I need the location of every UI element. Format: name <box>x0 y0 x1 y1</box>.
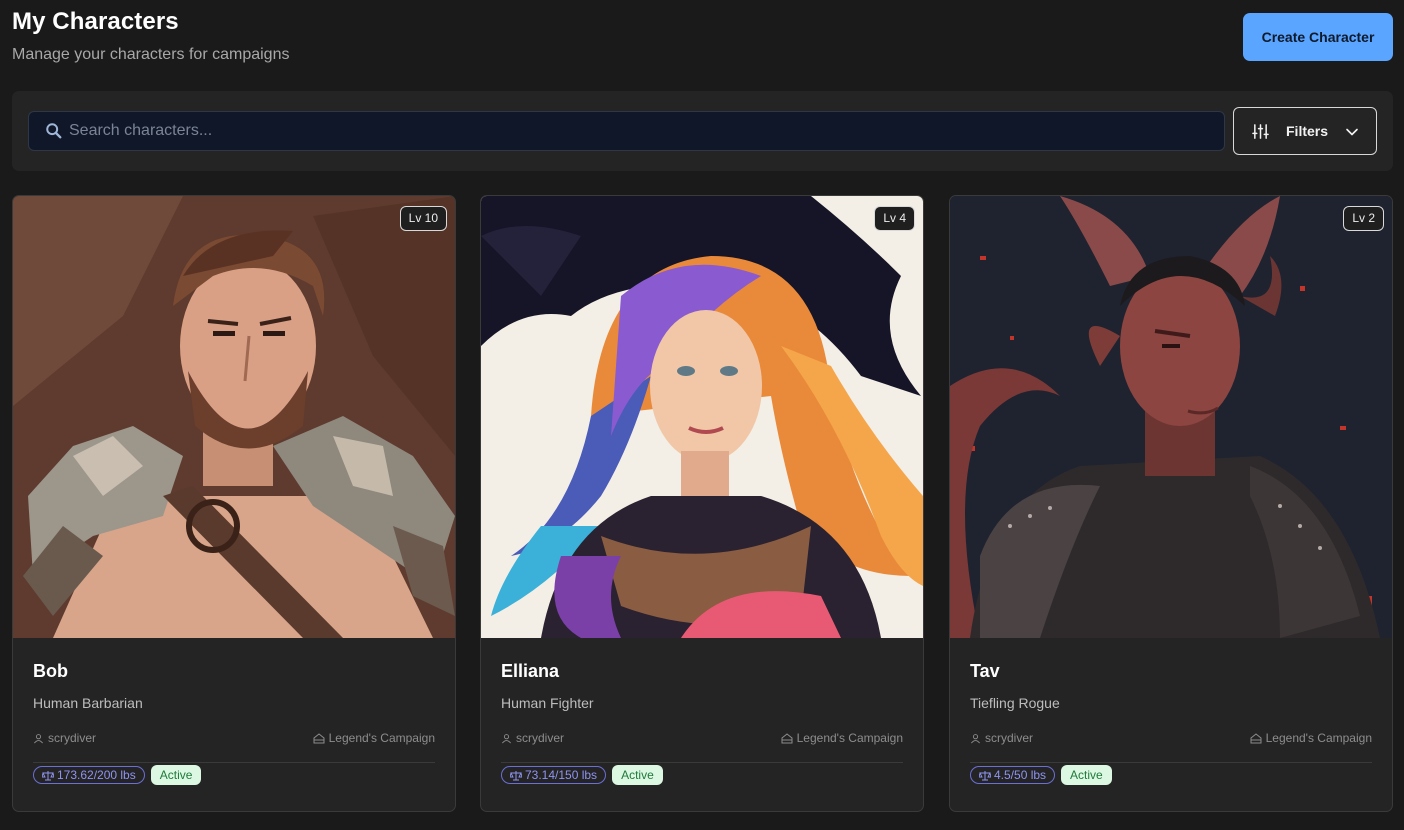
campaign-icon <box>1250 733 1262 744</box>
meta-row: scrydiver Legend's Campaign <box>33 731 435 747</box>
character-name: Bob <box>33 661 68 681</box>
status-badge: Active <box>612 765 663 785</box>
owner-info: scrydiver <box>970 731 1033 745</box>
search-box[interactable] <box>28 111 1225 151</box>
status-badge: Active <box>150 765 202 785</box>
campaign-icon <box>781 733 793 744</box>
divider <box>501 762 903 763</box>
user-icon <box>502 734 511 744</box>
character-class: Tiefling Rogue <box>970 695 1060 711</box>
campaign-name: Legend's Campaign <box>1265 731 1372 745</box>
weight-value: 4.5/50 lbs <box>994 768 1047 782</box>
weight-badge: 173.62/200 lbs <box>33 766 145 784</box>
meta-row: scrydiver Legend's Campaign <box>970 731 1372 747</box>
owner-name: scrydiver <box>985 731 1034 745</box>
card-body: Tav Tiefling Rogue scrydiver Legend's Ca… <box>970 638 1372 811</box>
badge-row: 4.5/50 lbs Active <box>970 765 1112 789</box>
character-card[interactable]: Lv 2 Tav Tiefling Rogue scrydiver Legend… <box>949 195 1393 812</box>
rogue-portrait[interactable]: Lv 2 <box>950 196 1392 638</box>
filters-label: Filters <box>1286 123 1329 139</box>
card-body: Elliana Human Fighter scrydiver Legend's… <box>501 638 903 811</box>
filters-button[interactable]: Filters <box>1233 107 1377 155</box>
campaign-info[interactable]: Legend's Campaign <box>1250 731 1372 745</box>
chevron-down-icon <box>1346 128 1358 136</box>
level-badge: Lv 4 <box>874 206 915 231</box>
user-icon <box>971 734 980 744</box>
campaign-info[interactable]: Legend's Campaign <box>781 731 903 745</box>
character-name: Tav <box>970 661 1000 681</box>
level-badge: Lv 10 <box>399 206 447 231</box>
weight-badge: 73.14/150 lbs <box>501 766 607 784</box>
user-icon <box>34 734 43 744</box>
page-header: My Characters Manage your characters for… <box>12 8 1393 78</box>
campaign-name: Legend's Campaign <box>796 731 903 745</box>
campaign-name: Legend's Campaign <box>328 731 435 745</box>
badge-row: 73.14/150 lbs Active <box>501 765 663 789</box>
page-subtitle: Manage your characters for campaigns <box>12 46 290 63</box>
fighter-portrait[interactable]: Lv 4 <box>481 196 923 638</box>
owner-name: scrydiver <box>516 731 565 745</box>
character-class: Human Fighter <box>501 695 594 711</box>
owner-info: scrydiver <box>33 731 96 745</box>
owner-name: scrydiver <box>48 731 97 745</box>
scale-icon <box>509 771 523 781</box>
search-icon <box>46 123 62 139</box>
status-badge: Active <box>1061 765 1112 785</box>
character-name: Elliana <box>501 661 560 681</box>
search-toolbar: Filters <box>12 91 1393 171</box>
weight-badge: 4.5/50 lbs <box>970 766 1056 784</box>
characters-page: My Characters Manage your characters for… <box>0 0 1404 830</box>
divider <box>33 762 435 763</box>
barbarian-portrait[interactable]: Lv 10 <box>13 196 455 638</box>
owner-info: scrydiver <box>501 731 564 745</box>
scale-icon <box>978 771 992 781</box>
weight-value: 73.14/150 lbs <box>525 768 598 782</box>
meta-row: scrydiver Legend's Campaign <box>501 731 903 747</box>
scale-icon <box>41 771 55 781</box>
divider <box>970 762 1372 763</box>
character-class: Human Barbarian <box>33 695 143 711</box>
weight-value: 173.62/200 lbs <box>57 768 136 782</box>
level-badge: Lv 2 <box>1343 206 1384 231</box>
character-card[interactable]: Lv 10 Bob Human Barbarian scrydiver Lege… <box>12 195 456 812</box>
badge-row: 173.62/200 lbs Active <box>33 765 202 789</box>
campaign-info[interactable]: Legend's Campaign <box>313 731 435 745</box>
sliders-icon <box>1252 124 1269 139</box>
search-input[interactable] <box>69 112 1209 150</box>
character-card[interactable]: Lv 4 Elliana Human Fighter scrydiver Leg… <box>480 195 924 812</box>
page-title: My Characters <box>12 8 179 35</box>
card-body: Bob Human Barbarian scrydiver Legend's C… <box>33 638 435 811</box>
create-character-button[interactable]: Create Character <box>1243 13 1393 61</box>
campaign-icon <box>313 733 325 744</box>
